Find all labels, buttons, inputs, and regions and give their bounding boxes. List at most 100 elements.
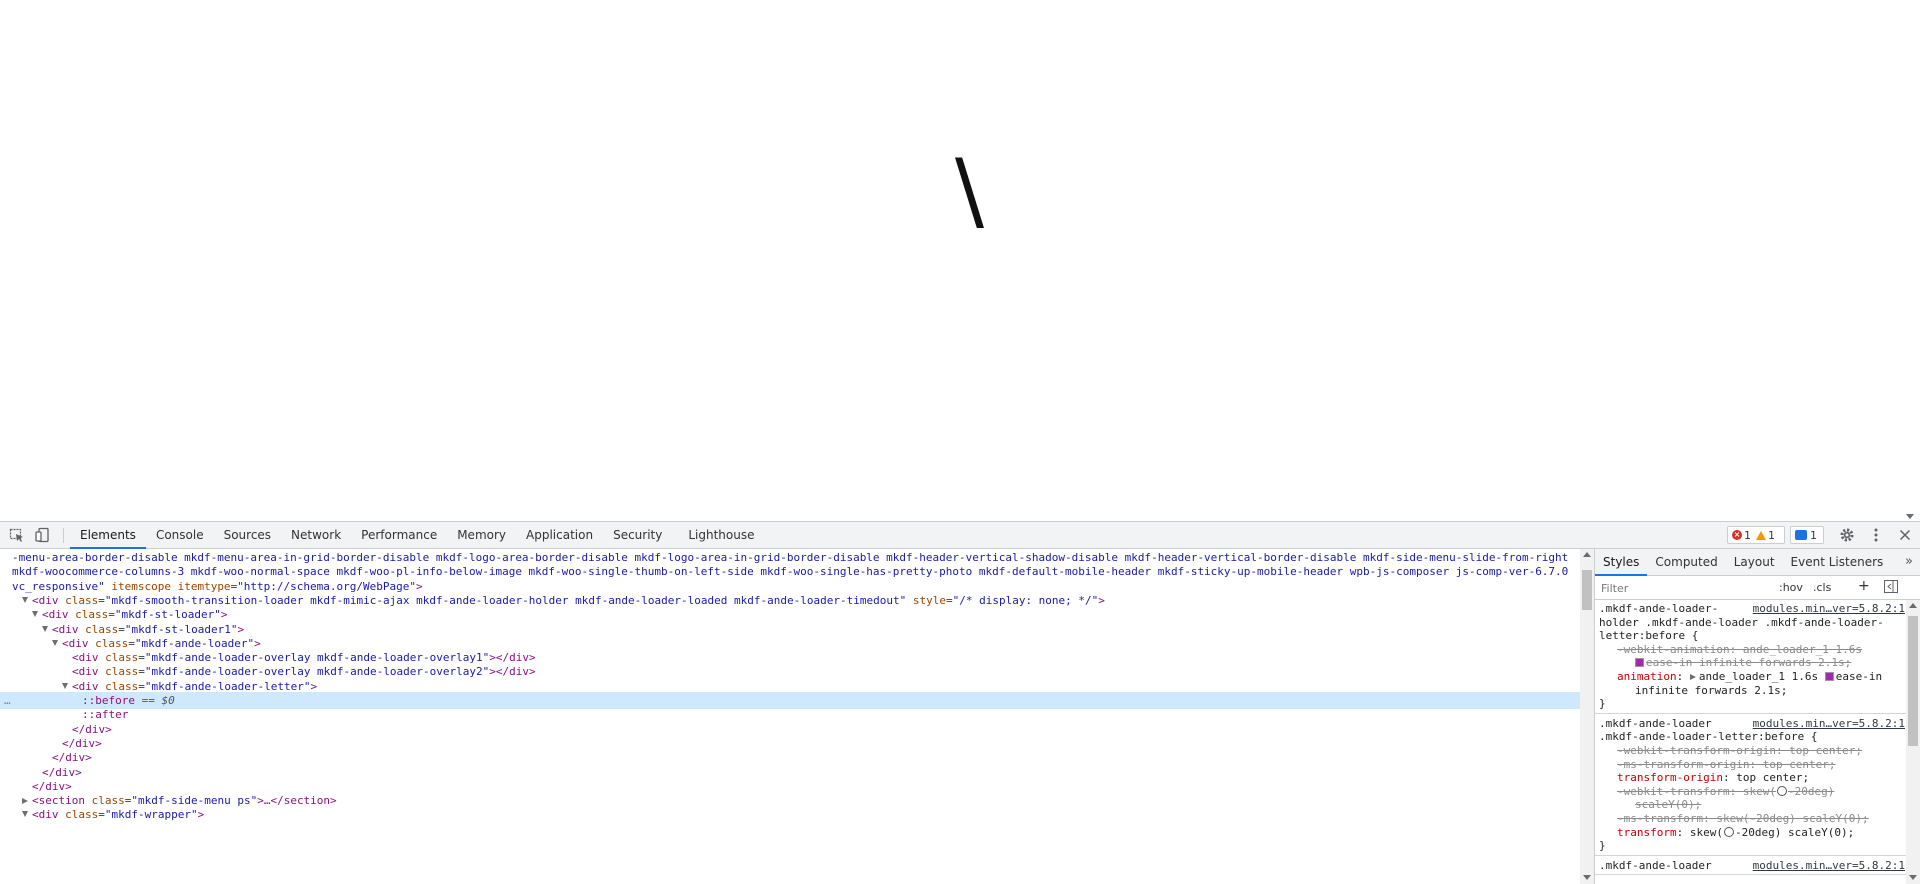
page-scroll-down-arrow-icon[interactable] xyxy=(1906,514,1914,519)
css-declaration[interactable]: animation: ande_loader_1 1.6s ease-in xyxy=(1617,670,1882,684)
css-declaration[interactable]: transform-origin: top center; xyxy=(1617,771,1809,785)
tab-layout[interactable]: Layout xyxy=(1726,549,1783,576)
styles-rules-list: modules.min…ver=5.8.2:1 .mkdf-ande-loader… xyxy=(1595,600,1907,884)
css-source-link[interactable]: modules.min…ver=5.8.2:1 xyxy=(1753,602,1905,616)
css-selector: .mkdf-ande-loader-letter:before { xyxy=(1599,730,1818,744)
attribute-name: itemscope xyxy=(111,579,171,593)
css-declaration-text: -webkit-transform: skew( xyxy=(1617,784,1776,798)
tab-security[interactable]: Security xyxy=(603,522,672,549)
css-declaration-text: -20deg) xyxy=(1787,784,1835,798)
tab-lighthouse[interactable]: Lighthouse xyxy=(672,522,764,549)
messages-badge[interactable]: 1 xyxy=(1790,526,1824,544)
css-property-value: ande_loader_1 1.6s xyxy=(1698,670,1819,683)
collapse-triangle-icon[interactable] xyxy=(22,798,28,805)
tab-application[interactable]: Application xyxy=(516,522,603,549)
css-selector: .mkdf-ande-loader xyxy=(1599,716,1712,730)
tag-close: > xyxy=(416,579,423,593)
attribute-value: -menu-area-border-disable mkdf-menu-area… xyxy=(12,551,1569,564)
styles-scroll-down-icon[interactable] xyxy=(1909,875,1917,880)
css-declaration-text: infinite forwards 2.1s; xyxy=(1635,683,1788,697)
more-vertical-icon[interactable] xyxy=(1868,527,1884,543)
attribute-equals: = xyxy=(98,808,105,822)
css-source-link[interactable]: modules.min…ver=5.8.2:1 xyxy=(1753,859,1905,873)
error-count: 1 xyxy=(1744,528,1751,542)
css-property-name: transform-origin xyxy=(1617,771,1723,785)
attribute-equals: = xyxy=(108,608,115,622)
angle-clock-icon[interactable] xyxy=(1776,785,1787,796)
tab-styles[interactable]: Styles xyxy=(1595,549,1648,576)
issues-badge[interactable]: × 1 1 xyxy=(1727,526,1785,544)
expand-triangle-icon[interactable] xyxy=(22,811,28,818)
expand-triangle-icon[interactable] xyxy=(22,596,28,603)
tab-console[interactable]: Console xyxy=(146,522,214,549)
attribute-name: class xyxy=(105,665,139,679)
css-source-link[interactable]: modules.min…ver=5.8.2:1 xyxy=(1753,717,1905,731)
expand-triangle-icon[interactable] xyxy=(62,682,68,689)
tab-event-listeners[interactable]: Event Listeners xyxy=(1783,549,1892,576)
tab-computed[interactable]: Computed xyxy=(1647,549,1725,576)
angle-clock-icon[interactable] xyxy=(1723,826,1734,837)
css-declaration[interactable]: infinite forwards 2.1s; xyxy=(1635,684,1787,698)
attribute-equals: = xyxy=(138,679,145,693)
tag-name: <div xyxy=(72,679,99,693)
tag-close: > xyxy=(197,808,205,822)
elements-dom-tree: -menu-area-border-disable mkdf-menu-area… xyxy=(0,549,1580,884)
tag-close: > xyxy=(254,636,261,650)
expand-triangle-icon[interactable] xyxy=(52,639,58,646)
css-rule: modules.min…ver=5.8.2:1 .mkdf-ande-loader xyxy=(1595,857,1907,876)
toggle-sidebar-icon[interactable] xyxy=(1884,580,1898,596)
attribute-name: class xyxy=(91,794,125,808)
css-rule-close: } xyxy=(1599,839,1606,853)
tag-name: <section xyxy=(32,794,85,808)
elements-scroll-up-icon[interactable] xyxy=(1583,552,1591,557)
attribute-value: "mkdf-ande-loader-overlay mkdf-ande-load… xyxy=(144,665,490,679)
attribute-equals: = xyxy=(118,622,125,636)
tab-memory[interactable]: Memory xyxy=(447,522,516,549)
css-declaration[interactable]: -webkit-animation: ande_loader_1 1.6s xyxy=(1617,643,1862,657)
styles-scrollbar-thumb[interactable] xyxy=(1908,616,1918,746)
elements-scroll-down-icon[interactable] xyxy=(1583,875,1591,880)
expand-triangle-icon[interactable] xyxy=(32,611,38,618)
tab-elements[interactable]: Elements xyxy=(70,522,146,549)
css-declaration[interactable]: -ms-transform-origin: top center; xyxy=(1617,758,1836,772)
elements-scrollbar-thumb[interactable] xyxy=(1582,570,1592,610)
easing-swatch-icon[interactable] xyxy=(1635,658,1644,668)
device-toolbar-icon[interactable] xyxy=(35,527,51,543)
expand-triangle-icon[interactable] xyxy=(1689,674,1696,680)
inspect-element-icon[interactable] xyxy=(9,527,25,543)
styles-scroll-up-icon[interactable] xyxy=(1909,603,1917,608)
css-selector: .mkdf-ande-loader xyxy=(1599,858,1712,872)
css-declaration[interactable]: scaleY(0); xyxy=(1635,798,1701,812)
css-property-value: skew( xyxy=(1689,825,1723,839)
styles-tabs: Styles Computed Layout Event Listeners » xyxy=(1595,549,1920,576)
css-declaration[interactable]: ease-in infinite forwards 2.1s; xyxy=(1635,656,1851,670)
toolbar-divider xyxy=(63,528,64,543)
dom-node-row[interactable]: <div class="mkdf-wrapper"> xyxy=(0,806,1580,823)
hover-state-toggle[interactable]: :hov xyxy=(1779,581,1803,594)
more-tabs-icon[interactable]: » xyxy=(1905,554,1913,569)
css-property-value: top center; xyxy=(1736,771,1810,785)
css-declaration[interactable]: -ms-transform: skew(-20deg) scaleY(0); xyxy=(1617,812,1869,826)
class-toggle[interactable]: .cls xyxy=(1813,581,1831,594)
styles-filter-input[interactable] xyxy=(1601,580,1765,596)
tab-performance[interactable]: Performance xyxy=(351,522,447,549)
closing-tag: </div> xyxy=(72,722,112,736)
css-declaration[interactable]: transform: skew(-20deg) scaleY(0); xyxy=(1617,826,1854,840)
add-rule-button[interactable]: + xyxy=(1858,578,1870,594)
tag-close: ></div> xyxy=(489,665,536,679)
tag-name: <div xyxy=(52,622,79,636)
error-icon: × xyxy=(1732,530,1742,540)
tag-close: >…</section> xyxy=(257,794,337,808)
css-declaration-text: scaleY(0); xyxy=(1635,798,1702,812)
tab-sources[interactable]: Sources xyxy=(214,522,281,549)
styles-filter-bar: :hov .cls + xyxy=(1595,576,1920,600)
gear-icon[interactable] xyxy=(1839,527,1855,543)
tab-network[interactable]: Network xyxy=(281,522,351,549)
close-icon[interactable] xyxy=(1897,527,1913,543)
css-declaration[interactable]: -webkit-transform-origin: top center; xyxy=(1617,744,1862,758)
css-declaration[interactable]: -webkit-transform: skew( -20deg) xyxy=(1617,785,1834,799)
css-property-value: -20deg) scaleY(0); xyxy=(1734,825,1855,839)
css-rule: modules.min…ver=5.8.2:1 .mkdf-ande-loader… xyxy=(1595,715,1907,856)
expand-triangle-icon[interactable] xyxy=(42,625,48,632)
easing-swatch-icon[interactable] xyxy=(1824,672,1834,681)
